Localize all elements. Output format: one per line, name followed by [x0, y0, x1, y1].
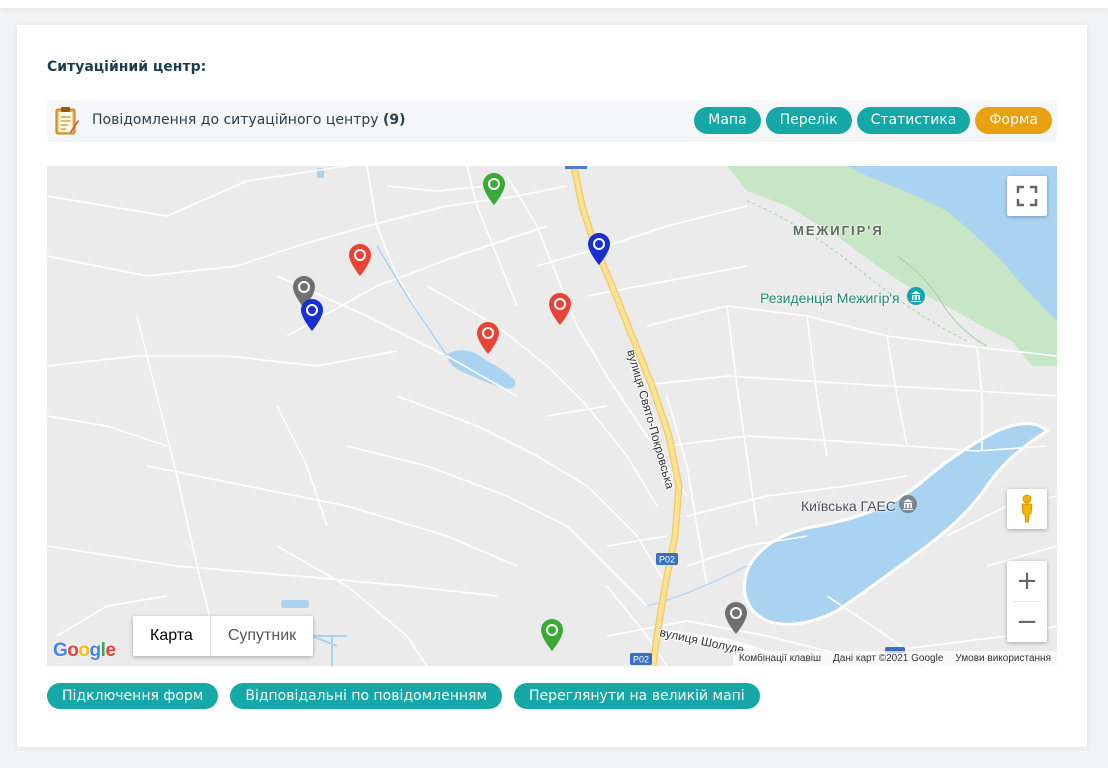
zoom-in-button[interactable]: + — [1007, 561, 1047, 601]
road-label-p02-a: P02 — [659, 555, 675, 565]
map-type-map-button[interactable]: Карта — [133, 616, 211, 656]
connect-forms-button[interactable]: Підключення форм — [47, 683, 219, 709]
map-data-credit: Дані карт ©2021 Google — [833, 653, 944, 664]
top-bar — [0, 0, 1108, 8]
fullscreen-button[interactable] — [1007, 176, 1047, 216]
zoom-control: + − — [1007, 561, 1047, 642]
google-logo: Google — [53, 640, 116, 661]
pegman-icon — [1021, 494, 1033, 523]
responsible-users-button[interactable]: Відповідальні по повідомленням — [230, 683, 503, 709]
road-label-p02-b: P02 — [633, 655, 649, 665]
messages-toolbar: Повідомлення до ситуаційного центру (9) … — [47, 100, 1057, 142]
map-canvas: P02 P02 вулиця Свято-Покровська вулиця Ш… — [47, 166, 1057, 666]
landmark-icon — [899, 495, 917, 513]
place-label-mezhyhirya: МЕЖИГІР'Я — [793, 223, 884, 238]
tab-list[interactable]: Перелік — [765, 107, 852, 134]
map-attribution: Комбінації клавіш Дані карт ©2021 Google… — [732, 651, 1057, 666]
map-type-satellite-button[interactable]: Супутник — [211, 616, 313, 656]
messages-text: Повідомлення до ситуаційного центру — [92, 112, 379, 128]
tab-form[interactable]: Форма — [975, 107, 1052, 134]
fullscreen-icon — [1016, 185, 1038, 207]
section-title: Ситуаційний центр: — [47, 59, 207, 75]
street-view-button[interactable] — [1007, 489, 1047, 529]
map-marker-green[interactable] — [540, 618, 564, 652]
zoom-out-button[interactable]: − — [1007, 602, 1047, 642]
map-marker-red[interactable] — [548, 292, 572, 326]
tab-map[interactable]: Мапа — [694, 107, 761, 134]
situation-center-card: Ситуаційний центр: Повідомлення до ситуа… — [17, 25, 1087, 747]
pond — [447, 350, 516, 389]
map-marker-blue[interactable] — [300, 298, 324, 332]
map-type-control: Карта Супутник — [133, 616, 314, 656]
view-large-map-button[interactable]: Переглянути на великій мапі — [514, 683, 760, 709]
messages-label: Повідомлення до ситуаційного центру (9) — [92, 112, 406, 128]
street-label-main: вулиця Свято-Покровська — [624, 348, 677, 491]
map-marker-blue[interactable] — [587, 232, 611, 266]
map-marker-red[interactable] — [476, 321, 500, 355]
museum-icon — [907, 287, 925, 305]
map-marker-gray[interactable] — [724, 601, 748, 635]
terms-link[interactable]: Умови використання — [949, 651, 1057, 666]
tab-statistics[interactable]: Статистика — [856, 107, 971, 134]
map-marker-green[interactable] — [482, 172, 506, 206]
messages-count: (9) — [382, 112, 406, 128]
view-tabs: Мапа Перелік Статистика Форма — [694, 107, 1052, 134]
map-view[interactable]: P02 P02 вулиця Свято-Покровська вулиця Ш… — [47, 166, 1057, 666]
place-label-ges: Київська ГАЕС — [801, 498, 896, 514]
place-label-residence: Резиденція Межигір'я — [760, 290, 900, 306]
clipboard-icon — [55, 107, 79, 135]
map-marker-red[interactable] — [348, 243, 372, 277]
bottom-actions: Підключення форм Відповідальні по повідо… — [47, 683, 760, 709]
keyboard-shortcuts-link[interactable]: Комбінації клавіш — [733, 651, 827, 666]
reservoir — [743, 422, 1050, 626]
